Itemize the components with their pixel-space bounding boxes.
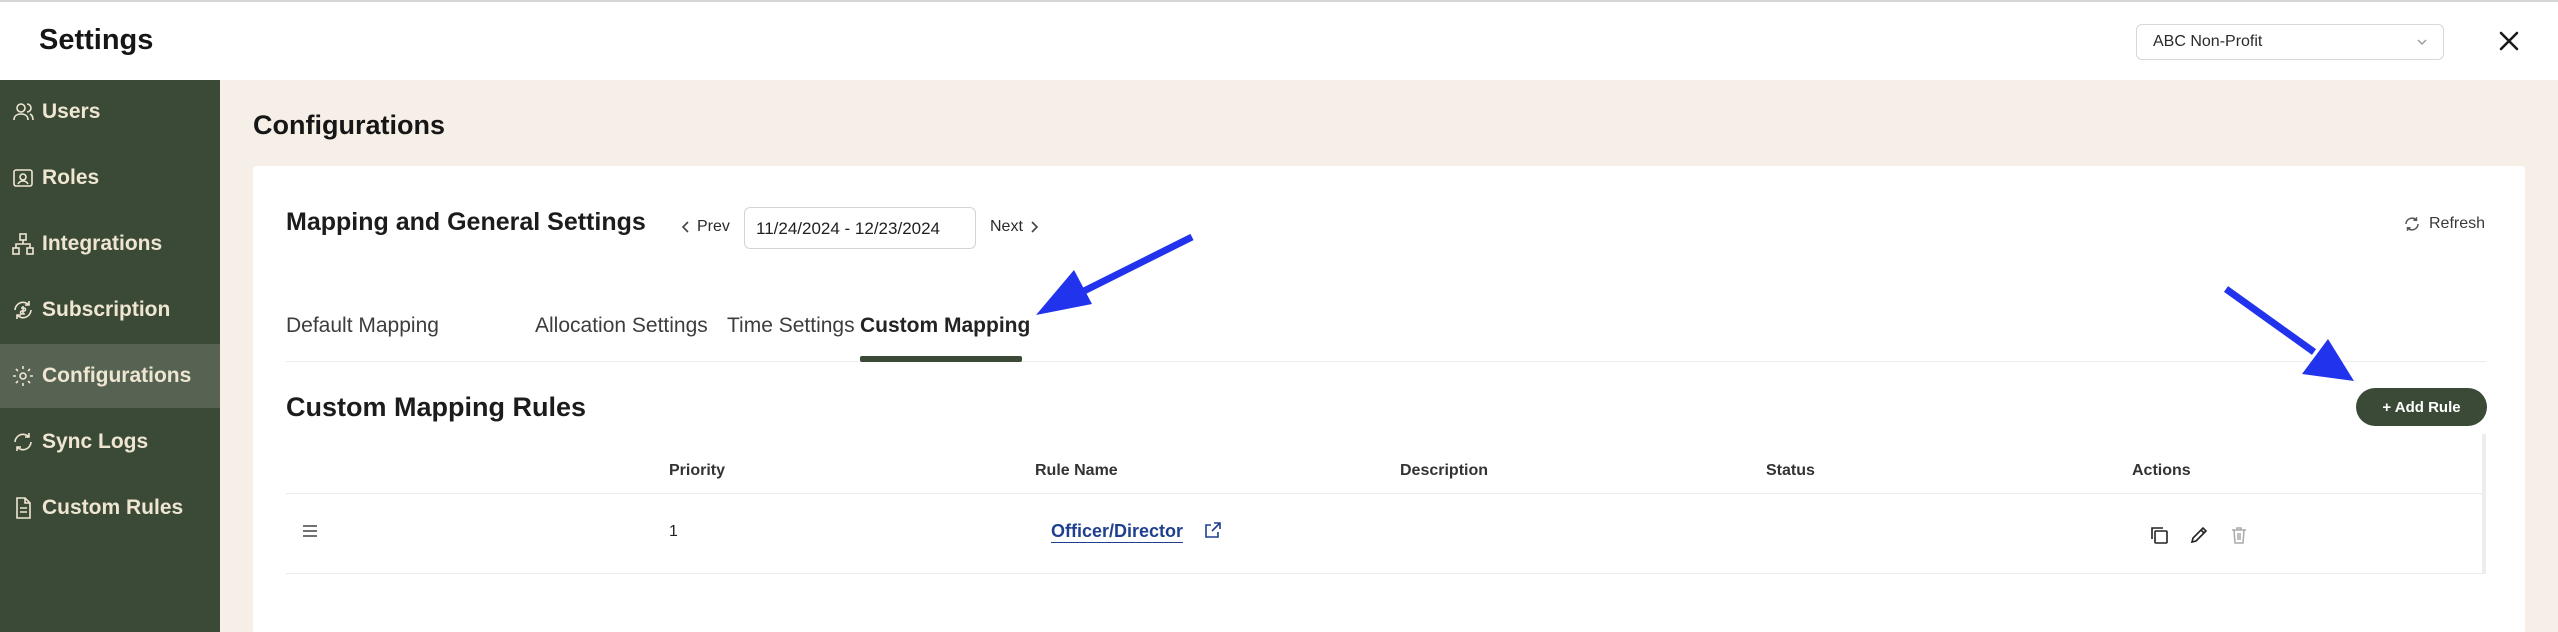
date-range-value: 11/24/2024 - 12/23/2024 [756,219,941,238]
gear-icon [10,363,36,389]
tab-allocation-settings[interactable]: Allocation Settings [535,314,708,338]
date-range-field[interactable]: 11/24/2024 - 12/23/2024 [744,207,976,249]
users-icon [10,99,36,125]
section-title: Mapping and General Settings [286,208,646,236]
refresh-label: Refresh [2429,215,2486,232]
sidebar-item-users[interactable]: Users [0,80,220,144]
integrations-icon [10,231,36,257]
organization-select-value: ABC Non-Profit [2153,33,2263,50]
next-button[interactable]: Next [990,218,1039,236]
next-label: Next [990,218,1023,235]
settings-card: Mapping and General Settings Prev 11/24/… [253,166,2525,632]
organization-select[interactable]: ABC Non-Profit [2136,24,2444,60]
sync-icon [10,429,36,455]
app-title: Settings [39,24,154,56]
subscription-icon [10,297,36,323]
sidebar-item-label: Sync Logs [42,430,149,453]
chevron-right-icon [1031,221,1039,233]
sidebar-item-label: Roles [42,166,100,189]
rules-title: Custom Mapping Rules [286,392,587,422]
prev-button[interactable]: Prev [681,218,730,236]
tab-custom-mapping[interactable]: Custom Mapping [860,314,1030,338]
sidebar: Users Roles Integrations Subscription Co… [0,80,220,632]
sidebar-item-label: Integrations [42,232,163,255]
table-scrollbar[interactable] [2482,434,2486,574]
edit-icon[interactable] [2188,524,2210,546]
add-rule-button[interactable]: + Add Rule [2356,388,2487,426]
rules-table: Priority Rule Name Description Status Ac… [286,434,2486,574]
tab-default-mapping[interactable]: Default Mapping [286,314,439,338]
close-icon[interactable] [2494,26,2524,56]
priority-cell: 1 [669,523,678,540]
top-bar: Settings ABC Non-Profit [0,0,2558,80]
column-header-status: Status [1766,462,1815,479]
tab-bar: Default Mapping Allocation Settings Time… [286,306,2486,362]
sidebar-item-label: Subscription [42,298,171,321]
drag-handle-icon[interactable] [301,522,319,540]
sidebar-item-label: Configurations [42,364,192,387]
main-content: Configurations Mapping and General Setti… [220,80,2558,632]
sidebar-item-integrations[interactable]: Integrations [0,212,220,276]
sidebar-item-label: Users [42,100,101,123]
sidebar-item-custom-rules[interactable]: Custom Rules [0,476,220,540]
delete-icon[interactable] [2228,524,2250,546]
column-header-priority: Priority [669,462,726,479]
copy-icon[interactable] [2148,524,2170,546]
external-link-icon[interactable] [1203,520,1223,540]
document-icon [10,495,36,521]
sidebar-item-roles[interactable]: Roles [0,146,220,210]
prev-label: Prev [697,218,730,235]
refresh-button[interactable]: Refresh [2403,215,2485,233]
chevron-down-icon [2417,39,2427,45]
sidebar-item-configurations[interactable]: Configurations [0,344,220,408]
column-header-rule-name: Rule Name [1035,462,1118,479]
chevron-left-icon [681,221,689,233]
table-row: 1 Officer/Director [286,494,2486,574]
rule-name-link[interactable]: Officer/Director [1051,521,1184,543]
refresh-icon [2405,217,2419,231]
sidebar-item-sync-logs[interactable]: Sync Logs [0,410,220,474]
page-title: Configurations [253,110,445,140]
column-header-description: Description [1400,462,1489,479]
active-tab-indicator [860,356,1022,362]
tab-time-settings[interactable]: Time Settings [727,314,855,338]
table-header: Priority Rule Name Description Status Ac… [286,434,2486,494]
sidebar-item-subscription[interactable]: Subscription [0,278,220,342]
column-header-actions: Actions [2132,462,2191,479]
roles-icon [10,165,36,191]
sidebar-item-label: Custom Rules [42,496,184,519]
